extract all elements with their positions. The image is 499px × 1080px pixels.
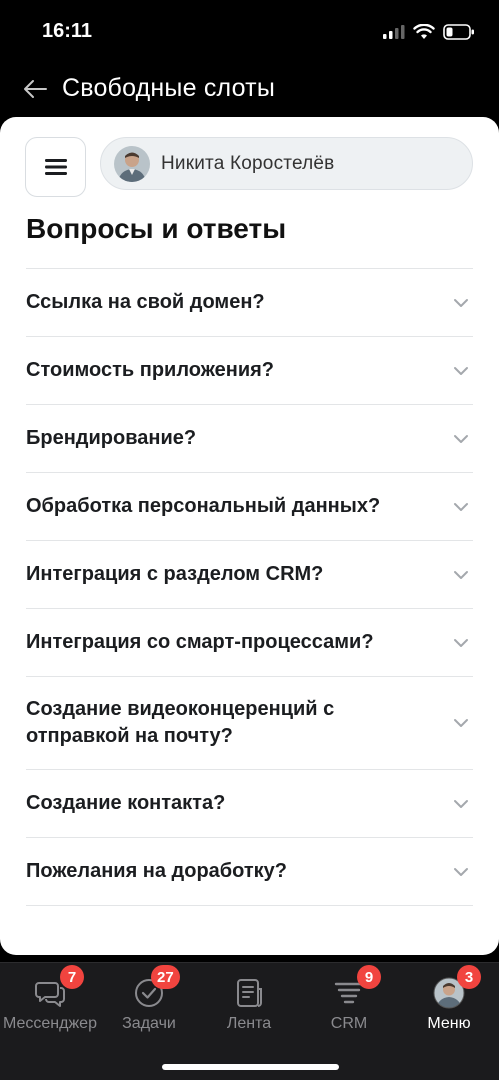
tab-label: Мессенджер [3, 1015, 97, 1032]
tab-label: Меню [427, 1015, 471, 1032]
badge-crm: 9 [357, 965, 381, 989]
chevron-down-icon [454, 719, 468, 727]
status-bar: 16:11 [0, 0, 499, 62]
tab-feed[interactable]: Лента [199, 963, 299, 1043]
page-title: Вопросы и ответы [26, 213, 287, 244]
faq-question: Создание контакта? [26, 792, 226, 814]
cellular-signal-icon [383, 25, 405, 39]
badge-menu: 3 [457, 965, 481, 989]
faq-question: Пожелания на доработку? [26, 860, 288, 882]
avatar [114, 145, 150, 182]
nav-header: Свободные слоты [0, 62, 499, 118]
avatar: 3 [433, 965, 481, 1009]
faq-question: Брендирование? [26, 427, 197, 449]
chevron-down-icon [454, 570, 468, 579]
user-name: Никита Коростелёв [161, 152, 335, 174]
menu-button[interactable] [25, 137, 86, 197]
content-card: Никита Коростелёв Вопросы и ответы Ссылк… [0, 117, 499, 955]
badge-messenger: 7 [60, 965, 84, 989]
chevron-down-icon [454, 867, 468, 876]
nav-title: Свободные слоты [62, 74, 275, 102]
hamburger-icon [44, 159, 67, 175]
faq-item[interactable]: Брендирование? [26, 405, 473, 473]
check-circle-icon: 27 [133, 965, 180, 1009]
faq-question: Создание видеоконцеренций с отправкой на… [26, 698, 335, 747]
chevron-down-icon [454, 502, 468, 511]
user-selector[interactable]: Никита Коростелёв [100, 137, 473, 190]
faq-item[interactable]: Обработка персональный данных? [26, 473, 473, 541]
status-time: 16:11 [42, 20, 93, 42]
chat-icon: 7 [34, 965, 84, 1009]
tab-label: CRM [330, 1015, 368, 1032]
home-indicator [162, 1064, 339, 1070]
feed-icon [233, 977, 265, 1009]
chevron-down-icon [454, 799, 468, 808]
tab-crm[interactable]: 9 CRM [299, 963, 399, 1043]
faq-item[interactable]: Интеграция с разделом CRM? [26, 541, 473, 609]
tab-label: Задачи [122, 1015, 176, 1032]
status-icons [383, 22, 475, 42]
faq-item[interactable]: Создание видеоконцеренций с отправкой на… [26, 677, 473, 770]
faq-item[interactable]: Создание контакта? [26, 770, 473, 838]
faq-item[interactable]: Стоимость приложения? [26, 337, 473, 405]
faq-item[interactable]: Интеграция со смарт-процессами? [26, 609, 473, 677]
faq-question: Стоимость приложения? [26, 359, 275, 381]
tab-menu[interactable]: 3 Меню [399, 963, 499, 1043]
chevron-down-icon [454, 298, 468, 307]
faq-list: Ссылка на свой домен? Стоимость приложен… [26, 268, 473, 906]
faq-question: Ссылка на свой домен? [26, 291, 265, 313]
tab-bar: 7 Мессенджер 27 Задачи Лента 9 CRM 3 Мен… [0, 962, 499, 1080]
faq-question: Интеграция с разделом CRM? [26, 563, 324, 585]
tab-label: Лента [226, 1015, 272, 1032]
chevron-down-icon [454, 638, 468, 647]
back-arrow-icon[interactable] [22, 76, 48, 102]
tab-messenger[interactable]: 7 Мессенджер [0, 963, 100, 1043]
faq-question: Обработка персональный данных? [26, 495, 381, 517]
battery-icon [443, 24, 474, 40]
badge-tasks: 27 [151, 965, 180, 989]
faq-question: Интеграция со смарт-процессами? [26, 631, 374, 653]
chevron-down-icon [454, 434, 468, 443]
wifi-icon [413, 24, 435, 39]
chevron-down-icon [454, 366, 468, 375]
faq-item[interactable]: Ссылка на свой домен? [26, 269, 473, 337]
tab-tasks[interactable]: 27 Задачи [99, 963, 199, 1043]
funnel-icon: 9 [333, 965, 381, 1009]
faq-item[interactable]: Пожелания на доработку? [26, 838, 473, 906]
